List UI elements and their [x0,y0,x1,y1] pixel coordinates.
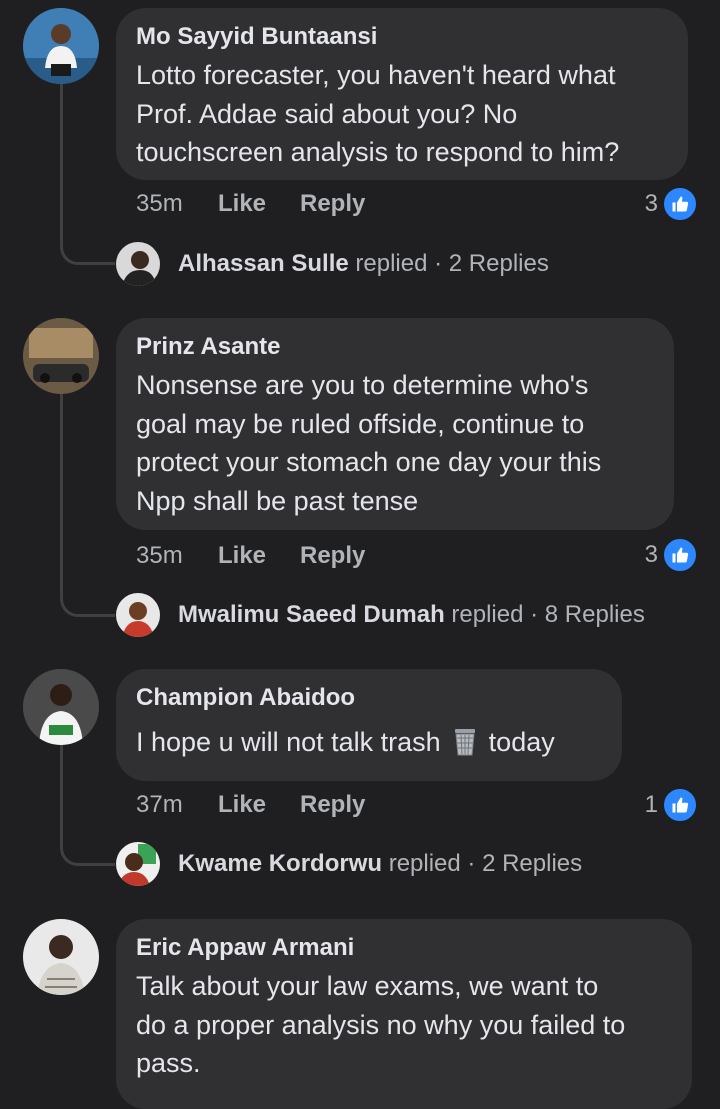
reaction-count: 3 [644,541,658,568]
replies-link[interactable]: Kwame Kordorwu replied · 2 Replies [116,842,582,886]
comment-text-line: Prof. Addae said about you? No [136,98,518,129]
comment-text-line: Nonsense are you to determine who's [136,370,589,400]
comment-text: Lotto forecaster, you haven't heard what… [136,56,668,172]
replier-name[interactable]: Kwame Kordorwu [178,850,382,878]
wastebasket-icon [449,725,481,757]
thread-connector [60,394,115,617]
thumbs-up-icon [662,787,698,823]
comment-actions: 35m Like Reply [136,542,365,570]
avatar [116,242,160,286]
comment-text-line: Npp shall be past tense [136,485,419,516]
replied-label: replied [355,250,428,277]
like-button[interactable]: Like [218,542,300,570]
comment-bubble[interactable]: Eric Appaw Armani Talk about your law ex… [116,919,692,1109]
comment-actions: 37m Like Reply [136,791,365,819]
comment-timestamp[interactable]: 35m [136,190,218,218]
comment-text-line: goal may be ruled offside, continue to [136,408,585,439]
reply-button[interactable]: Reply [300,791,365,819]
like-button[interactable]: Like [218,791,300,819]
comment-text: I hope u will not talk trash today [136,723,602,762]
comment-text-line: pass. [136,1048,201,1078]
comment-timestamp[interactable]: 37m [136,791,218,819]
thread-connector [60,84,115,265]
replies-link[interactable]: Mwalimu Saeed Dumah replied · 8 Replies [116,593,645,637]
comment-text-part: today [488,727,555,757]
comment-actions: 35m Like Reply [136,190,365,218]
comment-author[interactable]: Eric Appaw Armani [136,933,672,963]
thumbs-up-icon [662,537,698,573]
replier-name[interactable]: Mwalimu Saeed Dumah [178,601,445,629]
avatar[interactable] [23,318,99,394]
comment-text-line: protect your stomach one day your this [136,447,602,477]
comment-text-line: Talk about your law exams, we want to [136,971,599,1001]
avatar[interactable] [23,669,99,745]
reaction-summary[interactable]: 1 [645,787,698,823]
replier-name[interactable]: Alhassan Sulle [178,250,349,278]
comment-text-line: Lotto forecaster, you haven't heard what [136,60,616,90]
avatar [116,593,160,637]
comment-text-line: do a proper analysis no why you failed t… [136,1009,626,1040]
comment-bubble[interactable]: Champion Abaidoo I hope u will not talk … [116,669,622,781]
replies-count[interactable]: · 2 Replies [467,850,582,878]
reaction-summary[interactable]: 3 [645,186,698,222]
avatar[interactable] [23,919,99,995]
comment-text-part: I hope u will not talk trash [136,727,441,757]
thumbs-up-icon [662,186,698,222]
replies-link[interactable]: Alhassan Sulle replied · 2 Replies [116,242,549,286]
like-button[interactable]: Like [218,190,300,218]
replied-label: replied [451,601,524,628]
reply-button[interactable]: Reply [300,190,365,218]
replied-label: replied [388,850,461,877]
comment-author[interactable]: Champion Abaidoo [136,683,602,713]
comment-text: Nonsense are you to determine who's goal… [136,366,654,520]
reply-button[interactable]: Reply [300,542,365,570]
thread-connector [60,745,115,866]
reaction-summary[interactable]: 3 [645,537,698,573]
avatar [116,842,160,886]
replies-count[interactable]: · 8 Replies [530,601,645,629]
comment-text-line: touchscreen analysis to respond to him? [136,137,620,167]
reaction-count: 1 [644,791,658,818]
comment-bubble[interactable]: Prinz Asante Nonsense are you to determi… [116,318,674,530]
reaction-count: 3 [644,190,658,217]
avatar[interactable] [23,8,99,84]
comment-bubble[interactable]: Mo Sayyid Buntaansi Lotto forecaster, yo… [116,8,688,180]
comment-text: Talk about your law exams, we want to do… [136,967,672,1083]
comment-author[interactable]: Prinz Asante [136,332,654,362]
comment-author[interactable]: Mo Sayyid Buntaansi [136,22,668,52]
comment-timestamp[interactable]: 35m [136,542,218,570]
replies-count[interactable]: · 2 Replies [434,250,549,278]
